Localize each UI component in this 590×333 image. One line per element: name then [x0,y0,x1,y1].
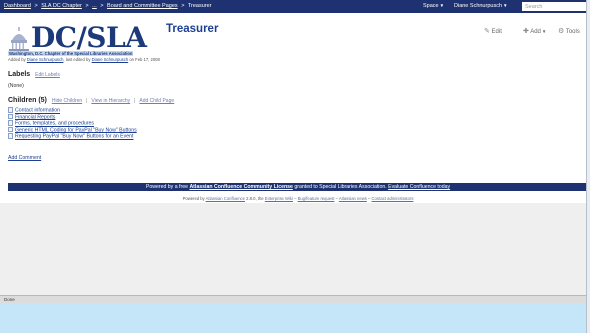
user-menu-name: Diane Schnurpusch [454,3,503,9]
list-item: Requesting PayPal "Buy Now" Buttons for … [8,133,137,140]
capitol-dome-icon [9,27,29,51]
footer-separator: – [294,196,297,201]
child-page-link[interactable]: Contact information [15,108,60,114]
list-item: Financial Reports [8,113,137,121]
evaluate-confluence-link[interactable]: Evaluate Confluence today [388,184,450,190]
labels-heading-text: Labels [8,71,31,78]
contact-administrators-link[interactable]: Contact administrators [372,196,414,201]
tools-label: Tools [565,29,580,35]
hide-children-link[interactable]: Hide Children [52,98,82,104]
page-metadata: Added by Diane Schnurpusch, last edited … [8,57,160,62]
atlassian-news-link[interactable]: Atlassian news [339,196,367,201]
footer-powered-prefix: Powered by a free [145,184,188,190]
labels-section-heading: Labels Edit Labels [8,71,60,78]
confluence-link[interactable]: Atlassian Confluence [206,196,245,201]
footer-version: 2.8.0, the [246,196,264,201]
top-navigation-bar: Dashboard > SLA DC Chapter > ... > Board… [0,0,590,13]
footer-separator: – [368,196,371,201]
logo-text: DC/SLA [31,21,147,54]
children-list: Contact information Financial Reports Fo… [8,107,137,140]
breadcrumb-sla-dc-chapter[interactable]: SLA DC Chapter [41,3,82,9]
list-item: Generic HTML Coding for PayPal "Buy Now"… [8,126,137,134]
window-right-border [586,0,590,333]
logo-tagline: Washington, D.C. Chapter of the Special … [8,51,134,56]
meta-edited: , last edited by [63,57,91,62]
bottom-band [0,303,590,333]
chevron-down-icon: ▼ [541,29,547,34]
enterprise-wiki-link[interactable]: Enterprise Wiki [265,196,293,201]
plus-icon: ✚ [523,28,529,35]
child-page-link[interactable]: Generic HTML Coding for PayPal "Buy Now"… [15,127,137,133]
child-page-link[interactable]: Financial Reports [15,114,55,120]
add-menu-button[interactable]: ✚ Add▼ [523,27,546,35]
breadcrumb-ellipsis[interactable]: ... [92,3,97,9]
editor-link[interactable]: Diane Schnurpusch [92,57,129,62]
list-item: Contact information [8,107,137,114]
chevron-down-icon: ▼ [439,3,445,8]
pencil-icon: ✎ [484,28,490,35]
page-icon [8,113,13,120]
chevron-down-icon: ▼ [503,3,508,8]
license-link[interactable]: Atlassian Confluence Community License [189,184,292,190]
user-menu[interactable]: Diane Schnurpusch▼ [454,3,507,9]
breadcrumb-separator: > [85,3,89,9]
gear-icon: ⚙ [558,28,565,35]
empty-page-area [0,203,590,303]
footer-granted-text: granted to Special Libraries Association… [294,184,387,190]
page-icon [8,107,13,113]
footer-powered-by: Powered by [182,196,205,201]
space-menu[interactable]: Space▼ [423,3,444,9]
breadcrumb-dashboard[interactable]: Dashboard [4,3,31,9]
add-comment-link[interactable]: Add Comment [8,155,41,161]
author-link[interactable]: Diane Schnurpusch [27,57,64,62]
page-title: Treasurer [166,23,219,35]
labels-value: (None) [8,83,24,89]
license-footer-band: Powered by a free Atlassian Confluence C… [8,183,588,191]
link-separator: | [86,98,88,104]
child-page-link[interactable]: Requesting PayPal "Buy Now" Buttons for … [15,134,133,140]
page-icon [8,133,13,139]
bug-feature-request-link[interactable]: Bug/feature request [298,196,335,201]
breadcrumb-board-committee-pages[interactable]: Board and Committee Pages [107,3,178,9]
add-child-page-link[interactable]: Add Child Page [139,98,174,104]
children-section-heading: Children (5) Hide Children | View in Hie… [8,97,174,104]
status-text: Done [4,297,15,302]
footer-links: Powered by Atlassian Confluence 2.8.0, t… [8,196,588,201]
breadcrumb-separator: > [181,3,185,9]
footer-separator: – [335,196,338,201]
children-heading-text: Children (5) [8,97,47,104]
breadcrumb-separator: > [100,3,104,9]
space-menu-label: Space [423,3,439,9]
breadcrumb-current-page: Treasurer [187,3,212,9]
browser-status-bar: Done [0,295,590,303]
edit-button[interactable]: ✎ Edit [484,27,502,35]
search-input[interactable] [522,2,586,11]
view-in-hierarchy-link[interactable]: View in Hierarchy [91,98,130,104]
breadcrumb-separator: > [34,3,38,9]
page-icon [8,126,13,133]
edit-label: Edit [491,29,502,35]
add-label: Add [530,29,541,35]
link-separator: | [134,98,136,104]
edit-labels-link[interactable]: Edit Labels [35,72,60,78]
child-page-link[interactable]: Forms, templates, and procedures [15,121,94,127]
meta-date: on Feb 17, 2008 [129,57,160,62]
tools-menu-button[interactable]: ⚙ Tools [558,27,580,35]
meta-added-by: Added by [8,57,26,62]
page-icon [8,120,13,126]
breadcrumb: Dashboard > SLA DC Chapter > ... > Board… [4,3,211,9]
list-item: Forms, templates, and procedures [8,120,137,127]
